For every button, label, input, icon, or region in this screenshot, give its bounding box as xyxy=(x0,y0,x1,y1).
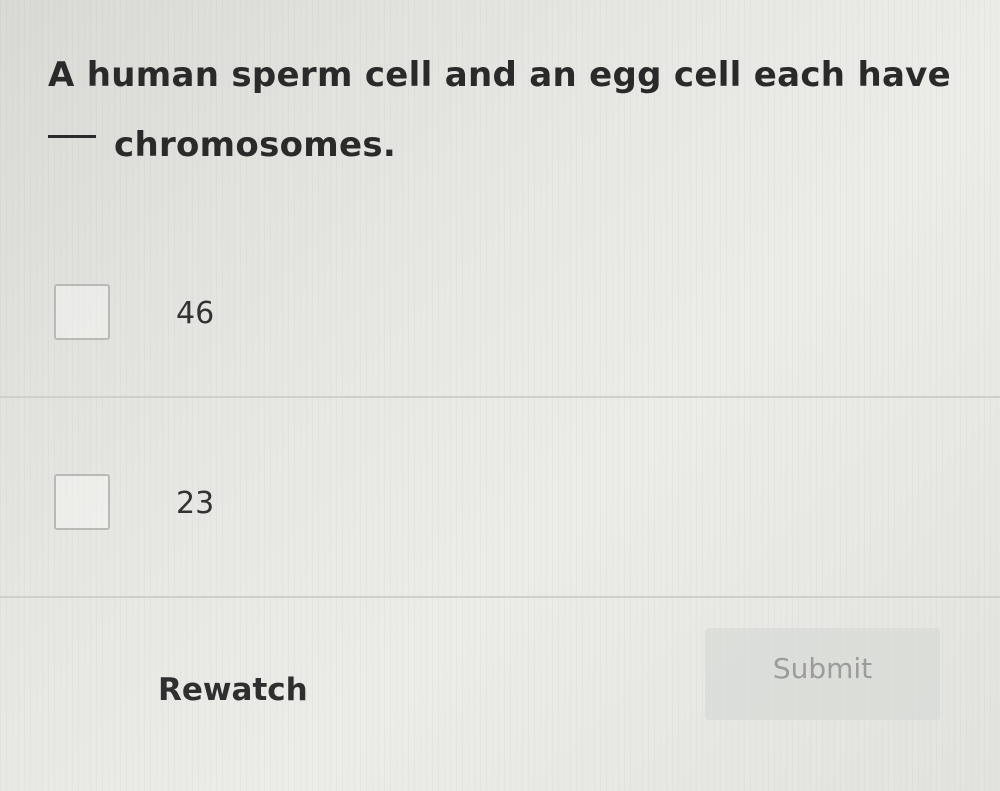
question-prompt: A human sperm cell and an egg cell each … xyxy=(48,40,968,180)
answer-option-46[interactable]: 46 xyxy=(0,220,1000,415)
answer-option-label: 23 xyxy=(176,486,215,521)
fill-in-blank xyxy=(48,135,96,138)
answer-option-23[interactable]: 23 xyxy=(0,412,1000,607)
answer-checkbox-46[interactable] xyxy=(54,284,110,340)
answer-checkbox-23[interactable] xyxy=(54,474,110,530)
option-divider xyxy=(0,396,1000,398)
question-line-1: A human sperm cell and an egg cell each … xyxy=(48,55,952,95)
submit-button[interactable]: Submit xyxy=(705,628,940,720)
actions-divider xyxy=(0,596,1000,598)
question-line-2-text: chromosomes. xyxy=(114,125,397,165)
rewatch-button[interactable]: Rewatch xyxy=(158,672,308,708)
submit-button-label: Submit xyxy=(772,651,873,685)
answer-option-label: 46 xyxy=(176,296,215,331)
question-line-2: chromosomes. xyxy=(48,110,968,180)
